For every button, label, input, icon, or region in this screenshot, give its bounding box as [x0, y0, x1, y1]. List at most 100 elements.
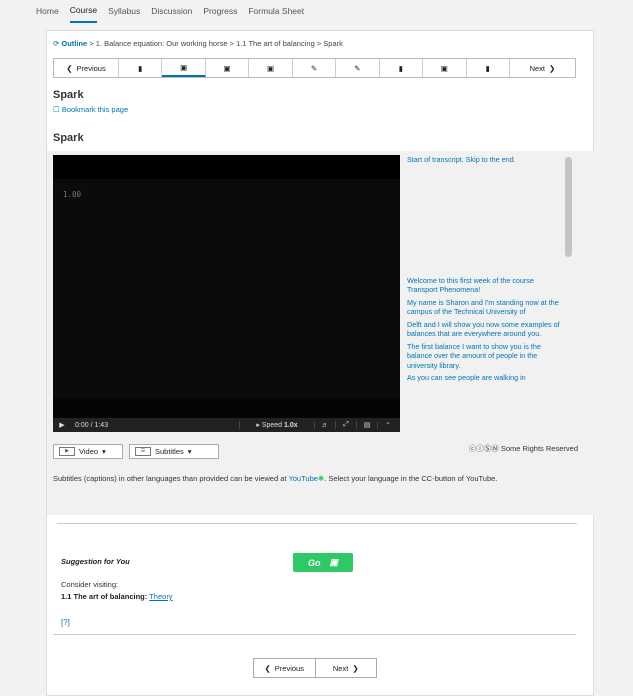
speed-value: 1.0x — [284, 422, 298, 429]
transcript-line[interactable]: Delft and I will show you now some examp… — [407, 320, 562, 339]
video-controls: ▶ 0:00 / 1:43 ▸ Speed 1.0x ♬ ⤢ ▤ “ — [53, 418, 400, 432]
go-label: Go — [307, 557, 321, 568]
bookmark-button[interactable]: ☐ Bookmark this page — [53, 105, 128, 114]
video-time: 0:00 / 1:43 — [75, 421, 109, 429]
course-tabs: Home Course Syllabus Discussion Progress… — [36, 0, 596, 24]
youtube-link[interactable]: YouTube — [288, 474, 317, 483]
closed-captions-icon[interactable]: “ — [377, 421, 398, 429]
course-content-panel: ⟳ Outline > 1. Balance equation: Our wor… — [46, 30, 594, 696]
transcript-toggle-icon[interactable]: ▤ — [356, 421, 377, 429]
tab-home[interactable]: Home — [36, 2, 59, 22]
sequence-previous-button[interactable]: ❮ Previous — [54, 59, 119, 77]
creative-commons-icons: ⓒⓘⓈⓃ — [468, 444, 499, 453]
book-icon: ▮ — [398, 63, 403, 73]
consider-visiting-label: Consider visiting: — [61, 580, 119, 589]
transcript-skip-link[interactable]: Start of transcript. Skip to the end. — [407, 155, 562, 165]
tab-discussion[interactable]: Discussion — [151, 2, 192, 22]
volume-icon[interactable]: ♬ — [314, 421, 335, 429]
book-icon: ▮ — [138, 63, 143, 73]
video-title: Spark — [53, 132, 84, 144]
chevron-left-icon: ❮ — [264, 663, 271, 673]
subtitles-dropdown-label: Subtitles — [155, 447, 184, 456]
suggestion-theory-link[interactable]: Theory — [149, 592, 172, 601]
subtitles-note-after: . Select your language in the CC-button … — [324, 474, 498, 483]
film-icon: ▣ — [180, 62, 188, 72]
breadcrumb-outline-link[interactable]: Outline — [61, 39, 87, 48]
bookmark-icon: ☐ — [53, 105, 60, 114]
chevron-right-icon: ❯ — [549, 63, 556, 73]
video-player[interactable]: 1.00 ▶ 0:00 / 1:43 ▸ Speed 1.0x ♬ ⤢ ▤ “ — [53, 155, 400, 432]
divider — [57, 523, 577, 524]
suggestion-item: 1.1 The art of balancing: Theory — [61, 592, 173, 601]
sequence-tab-6[interactable]: ✎ — [336, 59, 380, 77]
bottom-sequence-navigation: ❮ Previous Next ❯ — [253, 658, 377, 678]
chevron-left-icon: ❮ — [66, 63, 73, 73]
tab-course[interactable]: Course — [69, 1, 98, 23]
divider — [53, 634, 576, 635]
play-icon[interactable]: ▶ — [53, 421, 71, 429]
license-label: Some Rights Reserved — [500, 444, 578, 453]
video-top-letterbox — [53, 155, 400, 179]
film-icon: ▣ — [266, 63, 275, 73]
edit-icon: ✎ — [354, 63, 361, 73]
speed-caret-icon: ▸ — [256, 422, 260, 429]
subtitles-note: Subtitles (captions) in other languages … — [53, 473, 573, 484]
subtitles-file-icon: ☰ — [135, 447, 151, 456]
license-info[interactable]: ⓒⓘⓈⓃ Some Rights Reserved — [469, 443, 578, 454]
sequence-tab-2[interactable]: ▣ — [162, 59, 206, 77]
sequence-next-label: Next — [529, 63, 545, 73]
suggestion-title: Suggestion for You — [61, 557, 130, 566]
transcript-scrollbar[interactable] — [565, 155, 574, 432]
speed-label: Speed — [261, 422, 283, 429]
tab-progress[interactable]: Progress — [203, 2, 237, 22]
bookmark-label: Bookmark this page — [61, 105, 129, 114]
sequence-tab-5[interactable]: ✎ — [293, 59, 337, 77]
bottom-next-button[interactable]: Next ❯ — [316, 659, 377, 677]
video-bottom-letterbox — [53, 398, 400, 418]
transcript-line[interactable]: My name is Sharon and I'm standing now a… — [407, 298, 562, 317]
sequence-tab-1[interactable]: ▮ — [119, 59, 163, 77]
sequence-tab-3[interactable]: ▣ — [206, 59, 250, 77]
video-file-icon: ▶ — [59, 447, 75, 456]
speed-button[interactable]: ▸ Speed 1.0x — [239, 421, 314, 429]
film-icon: ▣ — [329, 557, 338, 567]
chevron-right-icon: ❯ — [352, 663, 359, 673]
bottom-next-label: Next — [332, 663, 349, 673]
bottom-previous-button[interactable]: ❮ Previous — [254, 659, 316, 677]
sequence-next-button[interactable]: Next ❯ — [510, 59, 575, 77]
suggestion-item-title: 1.1 The art of balancing: — [61, 592, 148, 601]
sequence-tab-9[interactable]: ▮ — [467, 59, 510, 77]
transcript-scrollbar-thumb[interactable] — [565, 157, 572, 257]
video-module: 1.00 ▶ 0:00 / 1:43 ▸ Speed 1.0x ♬ ⤢ ▤ “ … — [47, 151, 594, 515]
film-icon: ▣ — [440, 63, 448, 73]
subtitles-download-dropdown[interactable]: ☰ Subtitles ▾ — [129, 444, 219, 459]
sequence-tab-8[interactable]: ▣ — [423, 59, 467, 77]
help-link[interactable]: [?] — [61, 618, 70, 627]
transcript-panel[interactable]: Start of transcript. Skip to the end. We… — [407, 155, 562, 432]
go-button[interactable]: Go ▣ — [293, 553, 353, 572]
book-icon: ▮ — [485, 63, 490, 73]
film-icon: ▣ — [223, 63, 231, 73]
caret-down-icon: ▾ — [187, 447, 192, 456]
video-download-dropdown[interactable]: ▶ Video ▾ — [53, 444, 123, 459]
subtitles-note-before: Subtitles (captions) in other languages … — [53, 474, 289, 483]
sequence-previous-label: Previous — [76, 63, 106, 73]
sequence-tab-4[interactable]: ▣ — [249, 59, 293, 77]
caret-down-icon: ▾ — [102, 447, 106, 456]
edit-icon: ✎ — [310, 63, 318, 73]
transcript-line[interactable]: The first balance I want to show you is … — [407, 342, 562, 371]
sequence-navigation: ❮ Previous ▮ ▣ ▣ ▣ ✎ ✎ ▮ ▣ ▮ Next ❯ — [53, 58, 576, 78]
tab-syllabus[interactable]: Syllabus — [108, 2, 140, 22]
tab-formula-sheet[interactable]: Formula Sheet — [248, 2, 304, 22]
bottom-previous-label: Previous — [274, 663, 304, 673]
fullscreen-icon[interactable]: ⤢ — [335, 421, 356, 429]
video-dropdown-label: Video — [79, 447, 99, 456]
breadcrumb: ⟳ Outline > 1. Balance equation: Our wor… — [53, 39, 343, 48]
video-caption-overlay: 1.00 — [63, 190, 82, 199]
unit-title: Spark — [53, 89, 84, 101]
transcript-line[interactable]: As you can see people are walking in — [407, 373, 562, 383]
transcript-line[interactable]: Welcome to this first week of the course… — [407, 276, 562, 295]
sequence-tab-7[interactable]: ▮ — [380, 59, 424, 77]
breadcrumb-trail: > 1. Balance equation: Our working horse… — [87, 39, 343, 48]
outline-icon: ⟳ — [53, 39, 60, 48]
